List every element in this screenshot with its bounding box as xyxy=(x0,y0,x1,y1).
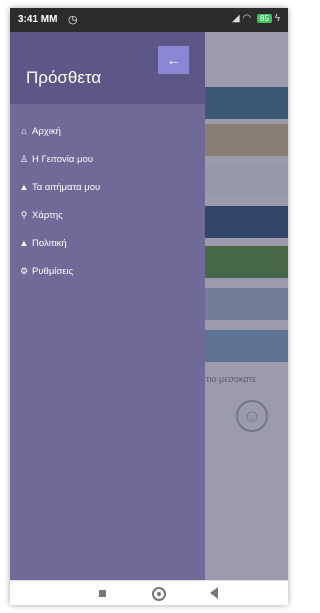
home-icon: ⌂ xyxy=(21,126,27,136)
menu-item-requests[interactable]: ▲ Τα αιτήματα μου xyxy=(18,182,101,202)
menu-item-label: Ρυθμίσεις xyxy=(32,266,74,277)
system-nav-bar xyxy=(10,580,288,605)
close-drawer-button[interactable]: ← xyxy=(158,46,189,74)
menu-item-label: Χάρτης xyxy=(32,210,63,221)
cogs-icon: ⚙ xyxy=(19,266,29,276)
person-icon: ♙ xyxy=(19,154,29,164)
menu-item-neighborhood[interactable]: ♙ Η Γειτονία μου xyxy=(18,154,93,174)
phone-screen: 3:41 MM ◷ ◢ ◠ 85 ϟ ity τιο μεσοκατε ☹ ◡ … xyxy=(10,8,288,605)
warning-icon: ▲ xyxy=(19,182,29,192)
status-icons: ◢ ◠ 85 ϟ xyxy=(232,13,280,24)
menu-item-policy[interactable]: ▲ Πολιτική xyxy=(18,238,67,258)
recent-apps-button[interactable] xyxy=(99,590,106,597)
wifi-icon: ◠ xyxy=(242,13,252,24)
charging-icon: ϟ xyxy=(274,13,280,24)
alarm-icon: ◷ xyxy=(68,14,78,26)
map-marker-icon: ⚲ xyxy=(20,210,28,220)
menu-item-home[interactable]: ⌂ Αρχική xyxy=(18,126,61,146)
menu-item-label: Πολιτική xyxy=(32,238,67,249)
status-time: 3:41 MM xyxy=(18,14,58,25)
menu-item-label: Τα αιτήματα μου xyxy=(32,182,101,193)
home-button[interactable] xyxy=(152,587,166,601)
status-bar: 3:41 MM ◷ ◢ ◠ 85 ϟ xyxy=(10,8,288,32)
warning-icon: ▲ xyxy=(19,238,29,248)
battery-icon: 85 xyxy=(257,14,272,23)
signal-icon: ◢ xyxy=(232,13,240,24)
navigation-drawer: Πρόσθετα ← ⌂ Αρχική ♙ Η Γειτονία μου ▲ Τα α… xyxy=(10,32,205,580)
menu-item-label: Αρχική xyxy=(32,126,61,137)
menu-item-map[interactable]: ⚲ Χάρτης xyxy=(18,210,63,230)
menu-item-label: Η Γειτονία μου xyxy=(32,154,93,165)
arrow-left-icon: ← xyxy=(166,52,181,68)
back-button[interactable] xyxy=(210,587,218,599)
drawer-title: Πρόσθετα xyxy=(26,68,102,87)
menu-item-settings[interactable]: ⚙ Ρυθμίσεις xyxy=(18,266,73,286)
drawer-header: Πρόσθετα ← xyxy=(10,32,205,104)
